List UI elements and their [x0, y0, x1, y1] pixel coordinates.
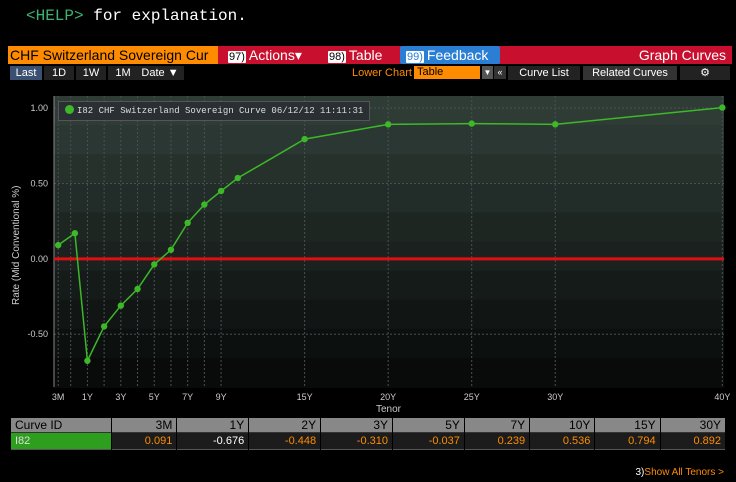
show-all-tenors-link[interactable]: 3)Show All Tenors > — [636, 467, 725, 478]
actions-number: 97) — [228, 51, 246, 63]
col-header-30y: 30Y — [660, 418, 725, 432]
col-header-10y: 10Y — [530, 418, 595, 432]
data-point — [71, 230, 79, 237]
tab-1w[interactable]: 1W — [76, 66, 106, 80]
data-point — [234, 174, 241, 182]
help-text: for explanation. — [93, 7, 247, 25]
feedback-button[interactable]: 99) Feedback — [400, 46, 500, 64]
feedback-number: 99) — [406, 51, 424, 63]
actions-menu-button[interactable]: 97) Actions▾ — [222, 46, 318, 64]
cell-1y: -0.676 — [177, 432, 249, 450]
data-point — [134, 285, 141, 293]
related-curves-button[interactable]: Related Curves — [583, 66, 677, 80]
col-header-2y: 2Y — [249, 418, 321, 432]
data-point — [552, 121, 559, 128]
col-header-5y: 5Y — [393, 418, 464, 432]
data-point — [167, 246, 175, 253]
x-tick-label: 5Y — [149, 392, 160, 402]
cell-10y: 0.536 — [530, 432, 595, 450]
data-point — [217, 187, 225, 195]
cell-3y: -0.310 — [321, 432, 392, 450]
x-tick-label: 40Y — [714, 392, 730, 402]
y-tick-label: 0.00 — [30, 254, 48, 264]
data-point — [201, 201, 208, 208]
x-tick-label: 30Y — [547, 392, 563, 402]
help-hint: <HELP> for explanation. — [26, 7, 247, 25]
x-tick-label: 15Y — [297, 392, 313, 402]
lower-chart-select[interactable]: Table — [414, 66, 480, 79]
toolbar: CHF Switzerland Sovereign Cur 97) Actions… — [8, 46, 732, 64]
subbar: Last 1D 1W 1M Date ▼ Lower Chart Table ▼… — [8, 66, 732, 80]
x-axis-title: Tenor — [376, 404, 402, 415]
col-header-15y: 15Y — [595, 418, 660, 432]
data-point — [184, 219, 191, 227]
legend-text: I82 CHF Switzerland Sovereign Curve 06/1… — [77, 106, 364, 116]
col-header-1y: 1Y — [177, 418, 249, 432]
tab-last[interactable]: Last — [10, 66, 42, 80]
data-point — [151, 261, 158, 268]
data-point — [468, 120, 475, 127]
data-point — [54, 241, 62, 249]
x-tick-label: 3Y — [115, 392, 126, 402]
cell-15y: 0.794 — [595, 432, 660, 450]
data-point — [117, 302, 125, 309]
collapse-left-icon[interactable]: « — [494, 66, 506, 79]
date-dropdown[interactable]: Date ▼ — [136, 66, 184, 80]
curve-list-button[interactable]: Curve List — [508, 66, 580, 80]
x-tick-label: 7Y — [182, 392, 193, 402]
y-tick-label: -0.50 — [27, 329, 48, 339]
x-tick-label: 20Y — [380, 392, 396, 402]
data-point — [384, 121, 392, 128]
cell-curve-id[interactable]: I82 — [11, 432, 112, 450]
tab-1d[interactable]: 1D — [44, 66, 74, 80]
lower-chart-label: Lower Chart — [352, 67, 412, 79]
col-header-3y: 3Y — [321, 418, 392, 432]
col-header-7y: 7Y — [464, 418, 530, 432]
y-tick-label: 1.00 — [30, 103, 48, 113]
yield-curve-chart[interactable]: 1.00 0.50 0.00 -0.50 3M 1Y 3Y 5Y 7Y 9Y 15Y 20Y 25Y 30… — [0, 82, 736, 416]
table-button[interactable]: 98) Table — [322, 46, 406, 64]
data-point — [301, 135, 308, 143]
dropdown-arrow-icon[interactable]: ▼ — [482, 66, 493, 79]
x-tick-label: 1Y — [82, 392, 93, 402]
table-row[interactable]: I82 0.091 -0.676 -0.448 -0.310 -0.037 0.… — [11, 432, 725, 450]
table-label: Table — [348, 47, 383, 63]
cell-3m: 0.091 — [112, 432, 177, 450]
tenor-table: Curve ID 3M 1Y 2Y 3Y 5Y 7Y 10Y 15Y 30Y I… — [10, 418, 726, 450]
help-key[interactable]: <HELP> — [26, 7, 84, 25]
feedback-label: Feedback — [426, 47, 489, 63]
col-header-curve-id: Curve ID — [11, 418, 112, 432]
y-tick-label: 0.50 — [30, 178, 48, 188]
series-marker-icon — [65, 105, 74, 114]
graph-curves-title: Graph Curves — [638, 47, 726, 63]
show-all-label: Show All Tenors > — [644, 467, 724, 478]
x-tick-label: 9Y — [216, 392, 227, 402]
gear-icon[interactable]: ⚙ — [680, 66, 730, 80]
cell-30y: 0.892 — [660, 432, 725, 450]
data-point — [84, 357, 91, 364]
chart-area: 1.00 0.50 0.00 -0.50 3M 1Y 3Y 5Y 7Y 9Y 15Y 20Y 25Y 30… — [0, 82, 736, 416]
x-tick-label: 3M — [52, 392, 65, 402]
chevron-down-icon: ▾ — [294, 47, 302, 63]
actions-label: Actions — [248, 47, 295, 63]
col-header-3m: 3M — [112, 418, 177, 432]
x-tick-label: 25Y — [464, 392, 480, 402]
data-point — [719, 104, 726, 111]
cell-2y: -0.448 — [249, 432, 321, 450]
table-header-row: Curve ID 3M 1Y 2Y 3Y 5Y 7Y 10Y 15Y 30Y — [11, 418, 725, 432]
tab-1m[interactable]: 1M — [108, 66, 138, 80]
cell-7y: 0.239 — [464, 432, 530, 450]
data-point — [100, 323, 108, 330]
cell-5y: -0.037 — [393, 432, 464, 450]
y-axis-title: Rate (Mid Conventional %) — [11, 185, 22, 306]
chart-legend[interactable]: I82 CHF Switzerland Sovereign Curve 06/1… — [58, 101, 371, 121]
security-title[interactable]: CHF Switzerland Sovereign Cur — [8, 46, 218, 64]
table-number: 98) — [328, 51, 346, 63]
